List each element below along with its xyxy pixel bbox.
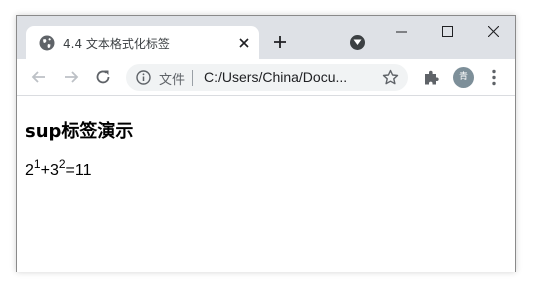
chevron-down-icon (353, 39, 362, 45)
minimize-button[interactable] (379, 16, 425, 48)
title-bar: 4.4 文本格式化标签 (17, 16, 515, 59)
close-window-button[interactable] (471, 16, 517, 48)
arrow-left-icon[interactable] (30, 68, 48, 86)
minimize-icon (396, 31, 407, 33)
site-info-chip[interactable]: 文件 (159, 69, 185, 88)
globe-icon (39, 35, 55, 51)
browser-toolbar: 文件 C:/Users/China/Docu... 青 (17, 59, 515, 96)
active-tab[interactable]: 4.4 文本格式化标签 (26, 26, 259, 59)
url-text[interactable]: C:/Users/China/Docu... (204, 69, 347, 85)
formula-exponent-2: 2 (58, 157, 66, 171)
info-icon[interactable] (136, 70, 151, 85)
star-icon[interactable] (382, 69, 399, 86)
formula-result: =11 (65, 162, 92, 179)
maximize-button[interactable] (425, 16, 471, 48)
chip-divider (192, 70, 193, 86)
tab-search-button[interactable] (350, 35, 365, 50)
puzzle-icon[interactable] (423, 69, 440, 86)
tab-close-icon[interactable] (237, 36, 251, 50)
maximize-icon (442, 26, 453, 37)
more-vert-icon[interactable] (492, 69, 496, 86)
close-icon (488, 26, 499, 37)
formula-base-1: 2 (25, 162, 34, 179)
browser-window: 4.4 文本格式化标签 文件 C:/Users/China/Docu... 青 … (16, 15, 516, 272)
formula-exponent-1: 1 (33, 157, 41, 171)
sup-formula: 21+32=11 (25, 158, 92, 180)
new-tab-button[interactable] (272, 34, 288, 50)
formula-base-2: 3 (49, 162, 59, 179)
tab-title: 4.4 文本格式化标签 (63, 37, 170, 51)
reload-icon[interactable] (94, 68, 112, 86)
formula-plus: + (40, 162, 50, 179)
address-bar[interactable]: 文件 C:/Users/China/Docu... (126, 64, 408, 91)
page-content: sup标签演示 21+32=11 (17, 96, 515, 272)
profile-avatar[interactable]: 青 (453, 67, 474, 88)
page-heading: sup标签演示 (25, 121, 134, 142)
arrow-right-icon[interactable] (62, 68, 80, 86)
